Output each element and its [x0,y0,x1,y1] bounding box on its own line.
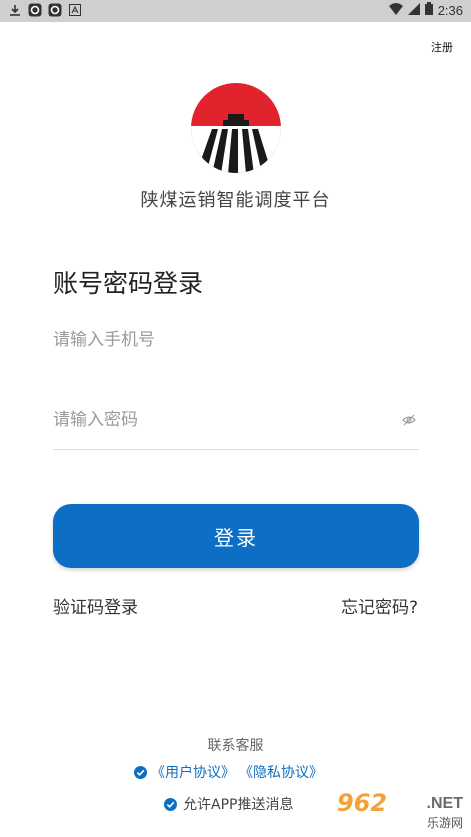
push-row: 允许APP推送消息 [164,794,293,814]
app-logo [190,82,282,174]
watermark-net: .NET [426,795,463,812]
push-check-icon[interactable] [164,797,177,811]
signal-icon [407,2,420,18]
password-input[interactable] [53,405,419,435]
contact-support-link[interactable]: 联系客服 [0,735,471,755]
login-heading: 账号密码登录 [53,269,204,298]
agreement-check-icon[interactable] [134,765,147,779]
wifi-icon [388,2,403,18]
clock: 2:36 [437,2,463,18]
sync-icon [28,3,42,17]
watermark: 962 .NET 乐游网 [337,789,467,833]
forgot-password-link[interactable]: 忘记密码? [341,593,418,618]
sync-icon [48,3,62,17]
register-link[interactable]: 注册 [431,39,453,55]
a-icon [68,3,82,17]
eye-off-icon[interactable] [402,412,416,426]
user-agreement-link[interactable]: 《用户协议》 [151,762,235,782]
watermark-main: 962 [337,789,388,817]
phone-input[interactable] [53,325,419,355]
agreement-row: 《用户协议》 《隐私协议》 [134,762,323,782]
watermark-sub: 乐游网 [426,816,463,830]
battery-icon [424,2,433,18]
app-title: 陕煤运销智能调度平台 [140,190,331,211]
push-label: 允许APP推送消息 [183,797,294,813]
login-button[interactable]: 登录 [53,504,419,568]
status-icons-left [8,3,82,17]
status-icons-right: 2:36 [388,2,463,18]
privacy-agreement-link[interactable]: 《隐私协议》 [239,762,323,782]
sms-login-link[interactable]: 验证码登录 [53,593,138,618]
status-bar: 2:36 [0,0,471,22]
password-divider [53,449,419,450]
download-icon [8,3,22,17]
